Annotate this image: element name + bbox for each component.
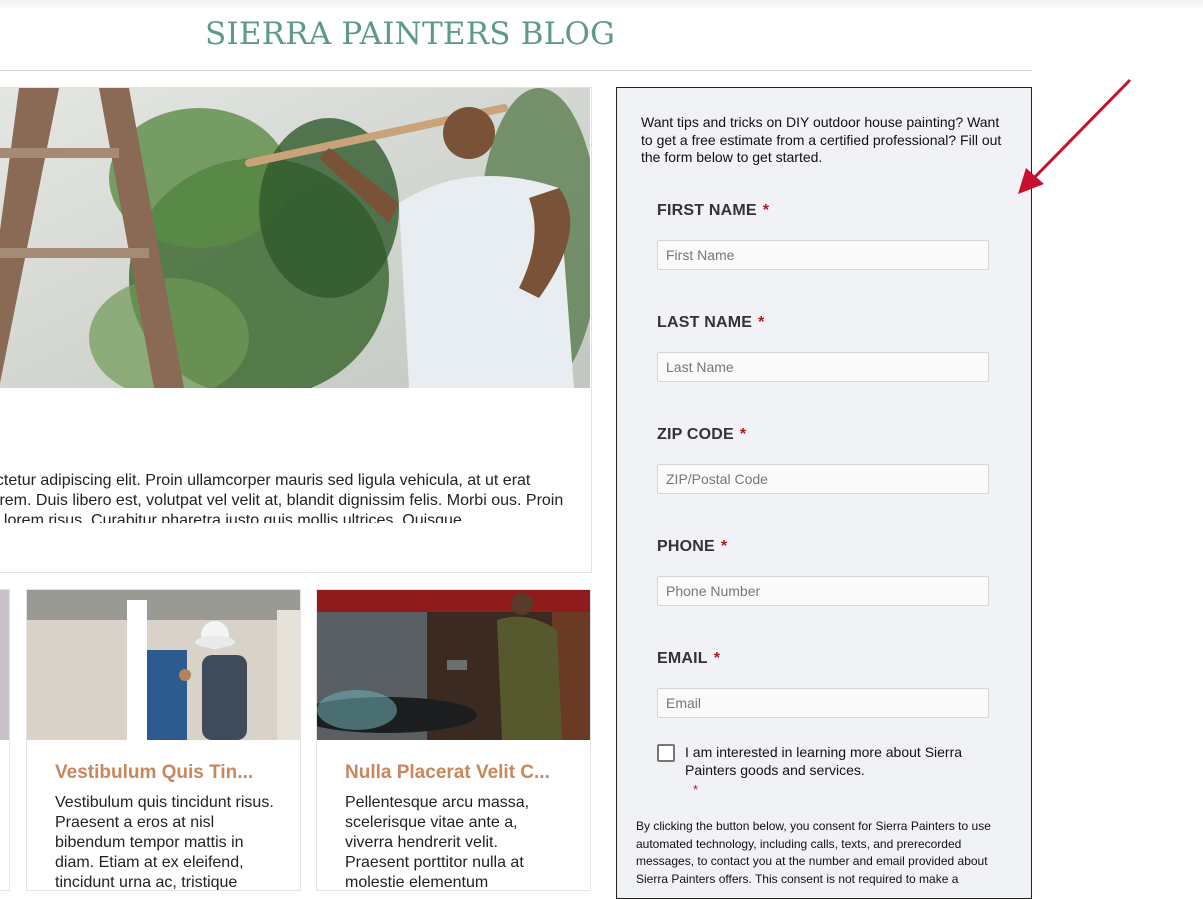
consent-text: By clicking the button below, you consen… bbox=[636, 819, 991, 886]
email-label-text: EMAIL bbox=[657, 650, 708, 667]
worker-at-window-photo bbox=[27, 590, 300, 740]
email-label: EMAIL * bbox=[657, 650, 720, 668]
required-mark: * bbox=[739, 426, 747, 443]
checkbox-required-mark: * bbox=[693, 782, 699, 797]
header-divider bbox=[0, 70, 1032, 71]
form-intro-text: Want tips and tricks on DIY outdoor hous… bbox=[641, 114, 1002, 165]
post-card-image[interactable] bbox=[317, 590, 590, 740]
featured-post-card[interactable]: ectetur adipiscing elit. Proin ullamcorp… bbox=[0, 87, 592, 573]
required-mark: * bbox=[713, 650, 721, 667]
last-name-input[interactable] bbox=[657, 352, 989, 382]
post-card-image[interactable] bbox=[27, 590, 300, 740]
estimate-form-panel: Want tips and tricks on DIY outdoor hous… bbox=[616, 87, 1032, 899]
site-title[interactable]: SIERRA PAINTERS BLOG bbox=[205, 16, 615, 52]
featured-post-image[interactable] bbox=[0, 88, 590, 388]
required-mark: * bbox=[720, 538, 728, 555]
zip-code-label-text: ZIP CODE bbox=[657, 426, 734, 443]
post-card-excerpt: Pellentesque arcu massa, scelerisque vit… bbox=[345, 794, 530, 891]
last-name-label: LAST NAME * bbox=[657, 314, 765, 332]
first-name-input[interactable] bbox=[657, 240, 989, 270]
phone-label: PHONE * bbox=[657, 538, 727, 556]
last-name-label-text: LAST NAME bbox=[657, 314, 753, 331]
required-mark: * bbox=[762, 202, 770, 219]
zip-code-input[interactable] bbox=[657, 464, 989, 494]
post-card[interactable]: Nulla Placerat Velit C... Pellentesque a… bbox=[316, 589, 591, 891]
first-name-label-text: FIRST NAME bbox=[657, 202, 757, 219]
interest-checkbox-label[interactable]: I am interested in learning more about S… bbox=[685, 744, 985, 779]
painter-photo bbox=[0, 88, 590, 388]
zip-code-label: ZIP CODE * bbox=[657, 426, 746, 444]
interest-checkbox[interactable] bbox=[657, 744, 675, 762]
featured-post-excerpt: ectetur adipiscing elit. Proin ullamcorp… bbox=[0, 472, 564, 523]
spray-painter-photo bbox=[317, 590, 590, 740]
phone-input[interactable] bbox=[657, 576, 989, 606]
post-card-image bbox=[0, 590, 9, 740]
phone-label-text: PHONE bbox=[657, 538, 715, 555]
post-card-excerpt: Vestibulum quis tincidunt risus. Praesen… bbox=[55, 794, 274, 891]
top-shadow bbox=[0, 0, 1203, 10]
post-card-partial[interactable] bbox=[0, 589, 10, 891]
required-mark: * bbox=[758, 314, 765, 331]
email-input[interactable] bbox=[657, 688, 989, 718]
annotation-arrow-icon bbox=[1018, 78, 1132, 194]
post-card[interactable]: Vestibulum Quis Tin... Vestibulum quis t… bbox=[26, 589, 301, 891]
post-card-title[interactable]: Vestibulum Quis Tin... bbox=[55, 762, 285, 784]
post-card-title[interactable]: Nulla Placerat Velit C... bbox=[345, 762, 575, 784]
first-name-label: FIRST NAME * bbox=[657, 202, 769, 220]
